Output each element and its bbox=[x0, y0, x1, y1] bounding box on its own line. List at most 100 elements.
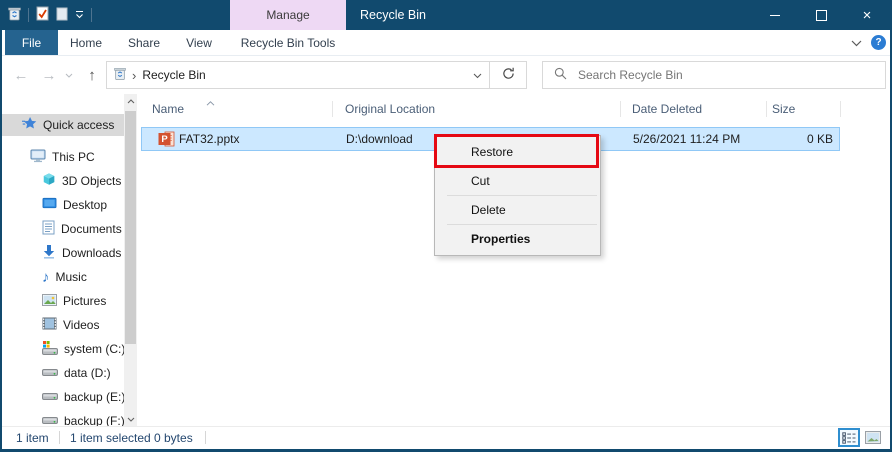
document-icon bbox=[42, 220, 55, 238]
customize-chevron-icon[interactable] bbox=[75, 8, 84, 22]
tab-share[interactable]: Share bbox=[116, 30, 172, 55]
scrollbar-thumb[interactable] bbox=[125, 111, 136, 344]
sidebar-item-label: Music bbox=[55, 270, 87, 284]
item-count: 1 item bbox=[16, 430, 49, 445]
ribbon-controls: ? bbox=[851, 30, 886, 55]
details-view-button[interactable] bbox=[838, 428, 860, 447]
scroll-down-icon[interactable] bbox=[124, 412, 137, 427]
search-input[interactable] bbox=[576, 67, 874, 83]
details-view-icon bbox=[842, 431, 856, 444]
column-divider[interactable] bbox=[766, 101, 767, 117]
close-button[interactable]: × bbox=[844, 0, 890, 30]
file-date-deleted: 5/26/2021 11:24 PM bbox=[633, 132, 741, 146]
recent-locations-chevron-icon[interactable] bbox=[62, 56, 76, 94]
sidebar-item-label: Quick access bbox=[43, 118, 115, 132]
column-header-name[interactable]: Name bbox=[152, 98, 184, 120]
column-header-date-deleted[interactable]: Date Deleted bbox=[632, 98, 702, 120]
minimize-icon bbox=[770, 14, 780, 16]
address-dropdown-chevron-icon[interactable] bbox=[473, 68, 482, 82]
sidebar-item-documents[interactable]: Documents bbox=[2, 218, 124, 240]
film-icon bbox=[42, 317, 57, 333]
expand-ribbon-chevron-icon[interactable] bbox=[851, 36, 862, 50]
menu-item-delete[interactable]: Delete bbox=[435, 196, 600, 224]
menu-item-restore[interactable]: Restore bbox=[435, 138, 600, 166]
title-bar: Manage Recycle Bin × bbox=[0, 0, 892, 30]
drive-icon bbox=[42, 366, 58, 380]
sidebar-item-label: system (C:) bbox=[64, 342, 124, 356]
thumbnail-view-button[interactable] bbox=[862, 428, 884, 447]
column-divider[interactable] bbox=[332, 101, 333, 117]
maximize-button[interactable] bbox=[798, 0, 844, 30]
refresh-icon bbox=[502, 67, 515, 83]
maximize-icon bbox=[815, 9, 827, 21]
toolbar-separator bbox=[91, 8, 92, 22]
manage-contextual-tab[interactable]: Manage bbox=[230, 0, 346, 30]
sidebar-item-label: Downloads bbox=[62, 246, 122, 260]
computer-icon bbox=[30, 148, 46, 166]
new-folder-icon[interactable] bbox=[56, 7, 68, 24]
sidebar-item-music[interactable]: ♪ Music bbox=[2, 266, 124, 288]
status-bar: 1 item 1 item selected 0 bytes bbox=[2, 426, 890, 449]
refresh-button[interactable] bbox=[489, 61, 527, 89]
sidebar-item-quick-access[interactable]: Quick access bbox=[2, 114, 124, 136]
download-icon bbox=[42, 244, 56, 262]
search-box[interactable] bbox=[542, 61, 886, 89]
sidebar-item-downloads[interactable]: Downloads bbox=[2, 242, 124, 264]
selection-size: 0 bytes bbox=[154, 430, 193, 445]
up-button[interactable]: ↑ bbox=[80, 56, 104, 94]
sidebar-item-system-c[interactable]: system (C:) bbox=[2, 338, 124, 360]
sidebar-item-label: Pictures bbox=[63, 294, 107, 308]
thumbnail-view-icon bbox=[865, 431, 881, 444]
sidebar-item-videos[interactable]: Videos bbox=[2, 314, 124, 336]
menu-item-cut[interactable]: Cut bbox=[435, 167, 600, 195]
sidebar-item-backup-f[interactable]: backup (F:) bbox=[2, 410, 124, 427]
properties-check-icon[interactable] bbox=[36, 6, 49, 24]
sidebar-item-label: backup (E:) bbox=[64, 390, 124, 404]
sidebar-item-backup-e[interactable]: backup (E:) bbox=[2, 386, 124, 408]
ribbon-tab-row: File Home Share View Recycle Bin Tools ? bbox=[2, 30, 890, 56]
sidebar-item-this-pc[interactable]: This PC bbox=[2, 146, 124, 168]
sidebar-item-label: Documents bbox=[61, 222, 122, 236]
cube-icon bbox=[42, 172, 56, 190]
drive-icon bbox=[42, 390, 58, 404]
window-controls: × bbox=[752, 0, 890, 30]
breadcrumb-location[interactable]: Recycle Bin bbox=[142, 68, 467, 82]
tab-file[interactable]: File bbox=[5, 30, 58, 55]
sidebar-scrollbar[interactable] bbox=[124, 94, 137, 427]
status-separator bbox=[59, 431, 60, 444]
sidebar-item-3d-objects[interactable]: 3D Objects bbox=[2, 170, 124, 192]
menu-item-properties[interactable]: Properties bbox=[435, 225, 600, 253]
minimize-button[interactable] bbox=[752, 0, 798, 30]
column-divider[interactable] bbox=[620, 101, 621, 117]
tab-view[interactable]: View bbox=[172, 30, 226, 55]
explorer-window: Manage Recycle Bin × File Home Share Vie… bbox=[0, 0, 892, 452]
address-box[interactable]: › Recycle Bin bbox=[106, 61, 490, 89]
file-original-location: D:\download bbox=[346, 132, 413, 146]
forward-button[interactable]: → bbox=[38, 56, 60, 94]
toolbar-separator bbox=[28, 8, 29, 22]
sidebar-item-pictures[interactable]: Pictures bbox=[2, 290, 124, 312]
sidebar-item-desktop[interactable]: Desktop bbox=[2, 194, 124, 216]
close-icon: × bbox=[862, 6, 872, 24]
star-icon bbox=[22, 116, 37, 134]
location-recycle-bin-icon bbox=[114, 66, 126, 84]
breadcrumb-chevron-icon[interactable]: › bbox=[132, 69, 136, 82]
column-header-original-location[interactable]: Original Location bbox=[345, 98, 435, 120]
file-name: FAT32.pptx bbox=[179, 132, 240, 146]
back-button[interactable]: ← bbox=[10, 56, 32, 94]
sidebar-item-data-d[interactable]: data (D:) bbox=[2, 362, 124, 384]
search-icon bbox=[554, 67, 567, 83]
sidebar-item-label: 3D Objects bbox=[62, 174, 122, 188]
tab-recycle-bin-tools[interactable]: Recycle Bin Tools bbox=[230, 30, 346, 55]
help-icon[interactable]: ? bbox=[871, 35, 886, 50]
picture-icon bbox=[42, 293, 57, 309]
column-divider[interactable] bbox=[840, 101, 841, 117]
tab-home[interactable]: Home bbox=[58, 30, 114, 55]
window-title: Recycle Bin bbox=[360, 8, 426, 22]
recycle-bin-icon[interactable] bbox=[8, 6, 21, 24]
scroll-up-icon[interactable] bbox=[124, 94, 137, 109]
file-size: 0 KB bbox=[806, 132, 833, 146]
navigation-pane: Quick access This PC 3D Objects Desktop … bbox=[2, 94, 124, 427]
column-header-size[interactable]: Size bbox=[772, 98, 795, 120]
sidebar-item-label: This PC bbox=[52, 150, 95, 164]
